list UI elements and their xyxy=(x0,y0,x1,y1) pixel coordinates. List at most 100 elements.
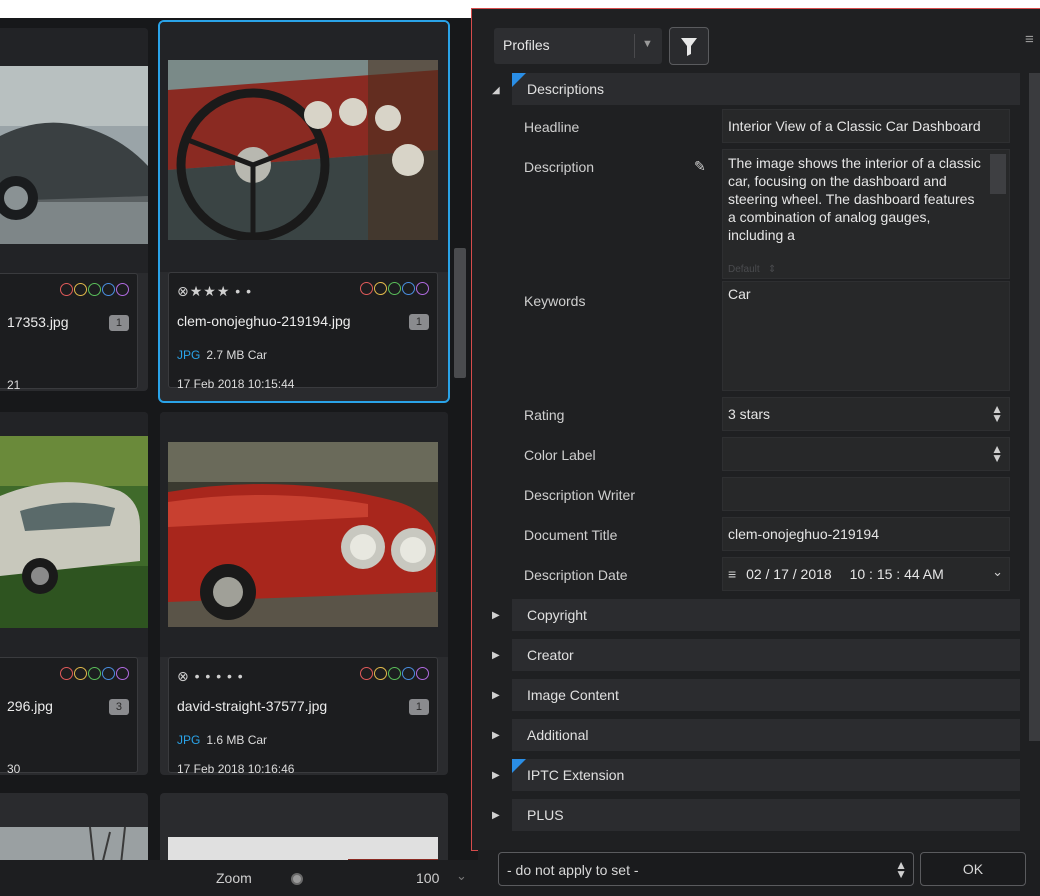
color-label-dots[interactable] xyxy=(59,667,129,683)
color-label-dots[interactable] xyxy=(359,667,429,683)
document-title-field[interactable]: clem-onojeghuo-219194 xyxy=(722,517,1010,551)
color-dot-blue[interactable] xyxy=(402,667,415,680)
updown-arrows-icon: ▲ ▼ xyxy=(991,402,1003,425)
zoom-slider-knob[interactable] xyxy=(291,873,303,885)
section-image-content[interactable]: Image Content xyxy=(512,679,1020,711)
ok-button[interactable]: OK xyxy=(920,852,1026,886)
section-creator[interactable]: Creator xyxy=(512,639,1020,671)
color-dot-green[interactable] xyxy=(388,282,401,295)
star-rating[interactable]: ⊗★★★ • • xyxy=(177,283,252,300)
color-label-select[interactable]: ▲ ▼ xyxy=(722,437,1010,471)
section-copyright[interactable]: Copyright xyxy=(512,599,1020,631)
date-value: 02 / 17 / 2018 xyxy=(746,566,832,582)
divider xyxy=(634,34,635,58)
color-dot-purple[interactable] xyxy=(116,667,129,680)
image-card[interactable]: 296.jpg 3 30 xyxy=(0,412,148,775)
chevron-down-icon[interactable]: ⌄ xyxy=(992,565,1003,578)
color-dot-red[interactable] xyxy=(60,667,73,680)
panel-scrollbar[interactable] xyxy=(1029,73,1040,741)
collapse-triangle-icon[interactable]: ◢ xyxy=(492,85,500,96)
card-info: 17353.jpg 1 21 xyxy=(0,273,138,391)
file-date: 30 xyxy=(7,762,21,775)
color-dot-blue[interactable] xyxy=(102,667,115,680)
color-label-dots[interactable] xyxy=(59,283,129,299)
color-dot-green[interactable] xyxy=(88,667,101,680)
zoom-value[interactable]: 100 xyxy=(416,870,439,886)
expand-triangle-icon[interactable]: ▶ xyxy=(492,610,500,621)
section-title: Creator xyxy=(527,647,574,663)
apply-to-set-select[interactable]: - do not apply to set - ▲ ▼ xyxy=(498,852,914,886)
color-dot-green[interactable] xyxy=(388,667,401,680)
image-card[interactable] xyxy=(0,793,148,860)
description-field[interactable]: The image shows the interior of a classi… xyxy=(722,149,1010,279)
keywords-field[interactable]: Car xyxy=(722,281,1010,391)
updown-arrows-icon: ▲ ▼ xyxy=(991,442,1003,465)
file-name: clem-onojeghuo-219194.jpg xyxy=(177,313,351,329)
section-title: Image Content xyxy=(527,687,619,703)
image-card[interactable]: ⊗ • • • • • david-straight-37577.jpg 1 J… xyxy=(160,412,448,775)
description-scrollbar[interactable] xyxy=(990,154,1006,194)
section-title: PLUS xyxy=(527,807,564,823)
menu-icon[interactable]: ≡ xyxy=(1025,31,1034,48)
grid-scrollbar[interactable] xyxy=(454,248,466,378)
profiles-dropdown[interactable]: Profiles ▼ xyxy=(494,28,662,64)
panel-toolbar: Profiles ▼ ≡ xyxy=(472,9,1040,73)
color-dot-purple[interactable] xyxy=(416,282,429,295)
file-date: 17 Feb 2018 10:15:44 xyxy=(177,377,295,391)
star-rating[interactable]: ⊗ • • • • • xyxy=(177,668,244,685)
color-dot-blue[interactable] xyxy=(102,283,115,296)
description-date-field[interactable]: ≡ 02 / 17 / 2018 10 : 15 : 44 AM ⌄ xyxy=(722,557,1010,591)
color-dot-yellow[interactable] xyxy=(74,667,87,680)
version-badge: 1 xyxy=(408,314,429,330)
color-dot-purple[interactable] xyxy=(116,283,129,296)
image-card[interactable]: 17353.jpg 1 21 xyxy=(0,28,148,391)
keywords-value: Car xyxy=(728,286,751,302)
file-format: JPG xyxy=(177,733,201,747)
description-label: Description xyxy=(524,159,595,175)
expand-triangle-icon[interactable]: ▶ xyxy=(492,690,500,701)
section-descriptions[interactable]: Descriptions xyxy=(512,73,1020,105)
color-dot-purple[interactable] xyxy=(416,667,429,680)
filter-button[interactable] xyxy=(669,27,709,65)
image-card[interactable] xyxy=(160,793,448,860)
section-plus[interactable]: PLUS xyxy=(512,799,1020,831)
edit-pencil-icon[interactable]: ✎ xyxy=(694,158,706,175)
expand-triangle-icon[interactable]: ▶ xyxy=(492,650,500,661)
color-dot-green[interactable] xyxy=(88,283,101,296)
expand-triangle-icon[interactable]: ▶ xyxy=(492,810,500,821)
section-title: IPTC Extension xyxy=(527,767,625,783)
expand-triangle-icon[interactable]: ▶ xyxy=(492,770,500,781)
zoom-chevron-down-icon[interactable]: ⌄ xyxy=(456,868,467,884)
file-size-keyword: 1.6 MB Car xyxy=(206,733,268,747)
description-date-label: Description Date xyxy=(524,567,628,583)
color-dot-yellow[interactable] xyxy=(374,667,387,680)
calendar-menu-icon[interactable]: ≡ xyxy=(728,566,736,582)
headline-field[interactable]: Interior View of a Classic Car Dashboard xyxy=(722,109,1010,143)
color-dot-red[interactable] xyxy=(60,283,73,296)
document-title-label: Document Title xyxy=(524,527,618,543)
image-card-selected[interactable]: ⊗★★★ • • clem-onojeghuo-219194.jpg 1 JPG… xyxy=(158,20,450,403)
metadata-sections: ◢ Descriptions Headline Interior View of… xyxy=(472,73,1040,852)
color-dot-blue[interactable] xyxy=(402,282,415,295)
color-dot-yellow[interactable] xyxy=(374,282,387,295)
thumbnail-frame xyxy=(0,28,148,273)
time-value: 10 : 15 : 44 AM xyxy=(849,566,944,582)
rating-label: Rating xyxy=(524,407,565,423)
expand-triangle-icon[interactable]: ▶ xyxy=(492,730,500,741)
card-info: 296.jpg 3 30 xyxy=(0,657,138,775)
section-additional[interactable]: Additional xyxy=(512,719,1020,751)
thumbnail-image xyxy=(0,827,148,860)
modified-corner-marker xyxy=(512,759,526,773)
description-writer-label: Description Writer xyxy=(524,487,635,503)
date-input[interactable]: ≡ 02 / 17 / 2018 10 : 15 : 44 AM xyxy=(728,566,944,582)
description-writer-field[interactable] xyxy=(722,477,1010,511)
color-dot-red[interactable] xyxy=(360,667,373,680)
color-dot-yellow[interactable] xyxy=(74,283,87,296)
headline-value: Interior View of a Classic Car Dashboard xyxy=(728,118,981,134)
color-label-dots[interactable] xyxy=(359,282,429,298)
color-dot-red[interactable] xyxy=(360,282,373,295)
apply-bar: - do not apply to set - ▲ ▼ OK xyxy=(478,850,1040,896)
rating-select[interactable]: 3 stars ▲ ▼ xyxy=(722,397,1010,431)
description-value: The image shows the interior of a classi… xyxy=(728,155,981,243)
section-iptc-extension[interactable]: IPTC Extension xyxy=(512,759,1020,791)
